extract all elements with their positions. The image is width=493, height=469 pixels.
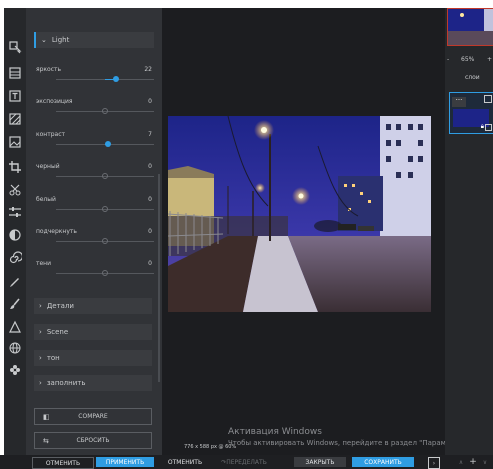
chevron-right-icon: › <box>39 354 42 362</box>
slider-2: экспозиция 0 <box>34 98 154 118</box>
lock-icon[interactable]: 🔒︎ <box>481 123 484 131</box>
panel-scrollbar[interactable] <box>158 174 160 382</box>
contrast-icon[interactable] <box>7 227 23 243</box>
zoom-level: 65% <box>461 56 475 63</box>
adjustments-panel: ⌄ Light яркость 22 экспозиция 0 контраст 7 чер… <box>26 8 162 455</box>
reset-button[interactable]: ⇆ СБРОСИТЬ <box>34 432 152 449</box>
section-details-label: Детали <box>46 302 74 310</box>
text-icon[interactable] <box>7 88 23 104</box>
globe-icon[interactable] <box>7 340 23 356</box>
slider-label: белый <box>36 196 56 203</box>
chevron-up-icon[interactable]: ∧ <box>456 457 466 467</box>
slider-3: контраст 7 <box>34 131 154 151</box>
slider-value: 0 <box>148 260 152 267</box>
slider-value: 0 <box>148 98 152 105</box>
slider-6: подчеркнуть 0 <box>34 228 154 248</box>
layer-item[interactable]: ··· 🔒︎ <box>449 92 493 134</box>
activation-watermark-title: Активация Windows <box>228 427 322 437</box>
section-tone-label: тон <box>46 354 60 362</box>
layers-title: слои <box>465 74 480 81</box>
section-scene-label: Scene <box>46 328 69 336</box>
section-fill[interactable]: › заполнить <box>34 375 152 391</box>
left-toolbar <box>4 8 26 469</box>
apply-button[interactable]: ПРИМЕНИТЬ <box>96 457 154 467</box>
layer-image-icon <box>484 95 492 103</box>
window-top-edge <box>0 0 493 8</box>
close-button[interactable]: ЗАКРЫТЬ <box>294 457 346 467</box>
slider-4: черный 0 <box>34 163 154 183</box>
slider-label: тени <box>36 260 52 267</box>
slider-thumb[interactable] <box>102 206 108 212</box>
bottom-bar: ОТМЕНИТЬ ПРИМЕНИТЬ ОТМЕНИТЬ ↷ ПЕРЕДЕЛАТЬ… <box>0 455 493 469</box>
layer-menu-icon[interactable]: ··· <box>452 97 466 107</box>
zoom-in-icon[interactable]: + <box>487 56 492 63</box>
slider-value: 0 <box>148 163 152 170</box>
slider-label: подчеркнуть <box>36 228 77 235</box>
slider-thumb[interactable] <box>105 141 112 147</box>
compare-label: COMPARE <box>78 413 108 420</box>
chevron-down-icon[interactable]: ∨ <box>480 457 490 467</box>
cut-icon[interactable] <box>7 182 23 198</box>
brush-icon[interactable] <box>7 296 23 312</box>
section-fill-label: заполнить <box>46 379 86 387</box>
slider-thumb[interactable] <box>102 108 108 114</box>
light-section-title: Light <box>51 36 70 44</box>
texture-icon[interactable] <box>7 111 23 127</box>
adjust-icon[interactable] <box>7 204 23 220</box>
zoom-out-icon[interactable]: - <box>447 56 449 63</box>
cancel-button[interactable]: ОТМЕНИТЬ <box>32 457 94 469</box>
navigator-thumbnail[interactable] <box>447 8 493 46</box>
chevron-right-icon: › <box>39 328 42 336</box>
slider-thumb[interactable] <box>112 76 119 82</box>
slider-thumb[interactable] <box>102 173 108 179</box>
slider-thumb[interactable] <box>102 270 108 276</box>
slider-value: 0 <box>148 228 152 235</box>
slider-label: экспозиция <box>36 98 73 105</box>
image-icon[interactable] <box>7 134 23 150</box>
light-section-header[interactable]: ⌄ Light <box>34 32 154 48</box>
photo-canvas[interactable] <box>168 116 431 312</box>
slider-value: 22 <box>144 66 152 73</box>
pencil-icon[interactable] <box>7 273 23 289</box>
slider-thumb[interactable] <box>102 238 108 244</box>
spiral-icon[interactable] <box>7 250 23 266</box>
panel-toggle-icon[interactable]: › <box>428 457 440 469</box>
crop-icon[interactable] <box>7 159 23 175</box>
shape-icon[interactable] <box>7 319 23 335</box>
redo-button[interactable]: ↷ ПЕРЕДЕЛАТЬ <box>210 457 278 467</box>
section-tone[interactable]: › тон <box>34 350 152 366</box>
redo-label: ПЕРЕДЕЛАТЬ <box>226 458 267 466</box>
chevron-right-icon: › <box>39 302 42 310</box>
visibility-icon[interactable] <box>485 124 492 131</box>
slider-label: яркость <box>36 66 62 73</box>
select-icon[interactable] <box>7 39 23 55</box>
night-street-photo <box>168 116 431 312</box>
slider-5: белый 0 <box>34 196 154 216</box>
activation-watermark-subtitle: Чтобы активировать Windows, перейдите в … <box>228 439 470 447</box>
slider-value: 7 <box>148 131 152 138</box>
add-icon[interactable]: + <box>468 457 478 467</box>
section-scene[interactable]: › Scene <box>34 324 152 340</box>
slider-label: черный <box>36 163 60 170</box>
slider-7: тени 0 <box>34 260 154 280</box>
flower-icon[interactable] <box>7 362 23 378</box>
section-details[interactable]: › Детали <box>34 298 152 314</box>
compare-button[interactable]: ◧ COMPARE <box>34 408 152 425</box>
chevron-down-icon: ⌄ <box>41 36 47 44</box>
slider-1: яркость 22 <box>34 66 154 86</box>
layers-icon[interactable] <box>7 65 23 81</box>
layers-panel: - 65% + слои ··· 🔒︎ <box>445 8 493 455</box>
reset-label: СБРОСИТЬ <box>76 437 110 444</box>
save-button[interactable]: СОХРАНИТЬ <box>352 457 414 467</box>
compare-icon: ◧ <box>43 412 50 421</box>
reset-icon: ⇆ <box>43 436 49 445</box>
slider-value: 0 <box>148 196 152 203</box>
chevron-right-icon: › <box>39 379 42 387</box>
undo-button[interactable]: ОТМЕНИТЬ <box>160 457 210 467</box>
slider-label: контраст <box>36 131 65 138</box>
